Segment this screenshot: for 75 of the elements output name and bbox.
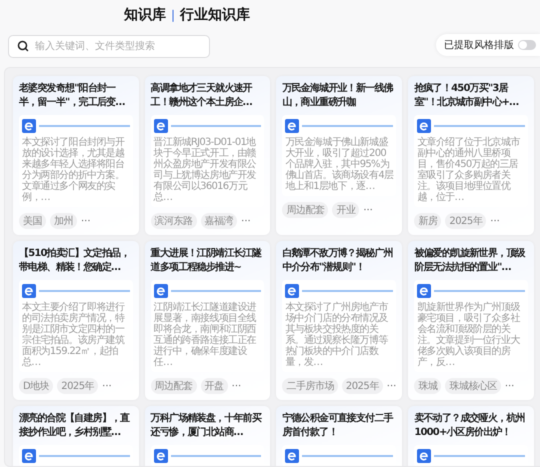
- tag: 加州: [50, 213, 77, 229]
- tag: 珠城: [414, 378, 442, 394]
- tag: 二手房市场: [282, 378, 338, 394]
- article-card[interactable]: 抢疯了！450万买"3居室"！北京城市副中心+… 文章介绍了位于北京城市副中心的通州八里桥项目，售价450万起的三居室吸引了众多购房者关注。该项目地理位置优越，位于… 新房 2025年 ···: [408, 76, 534, 235]
- browser-e-icon: [417, 449, 432, 463]
- tag: 周边配套: [150, 378, 197, 394]
- article-card[interactable]: 白鹅潭不敌万博？揭秘广州中介分布"潜规则"！ 本文探讨了广州房地产市场中介门店的分布情况及其与板块交投热度的关系。通过观察长隆万博等热门板块的中介门店数量，发… 二手房市场 2025年 ···: [276, 241, 402, 400]
- tag: 美国: [19, 213, 46, 229]
- more-menu[interactable]: ···: [490, 216, 500, 226]
- more-menu[interactable]: ···: [241, 216, 251, 226]
- tag: 开盘: [200, 378, 228, 394]
- search-field[interactable]: 输入关键词、文件类型搜索: [8, 34, 210, 58]
- card-title: 万科广场精装盘，十年前买还亏惨，厦门北站商…: [150, 412, 263, 440]
- browser-e-icon: [417, 119, 432, 133]
- tag: 2025年: [342, 378, 383, 394]
- toggle-label: 已提取风格排版: [444, 38, 514, 52]
- tag: 开业: [332, 202, 360, 218]
- browser-e-icon: [285, 284, 300, 298]
- more-menu[interactable]: ···: [81, 216, 91, 226]
- card-title: 高调拿地才三天就火速开工！赣州这个本土房企…: [150, 82, 254, 110]
- article-card[interactable]: 被偏爱的凯旋新世界，顶级阶层无法抗拒的置业"… 凯旋新世界作为广州顶级豪宅项目，吸引了众多社会名流和顶级阶层的关注。文章提到一位行业大佬多次购入该项目的房产，反… 珠城 珠城核心区 ···: [408, 241, 534, 400]
- card-summary: 江阴靖江长江隧道建设进展显著，南接线项目全线即将合龙，南闸和江阴西互通的跨香路连接工正在进行中，确保年度建设任…: [154, 302, 258, 368]
- tag: 2025年: [57, 378, 98, 394]
- more-menu[interactable]: ···: [232, 380, 242, 392]
- article-card[interactable]: 万民金海城开业！新一线佛山，商业重磅升咖 万民金海城于佛山新城盛大开业，吸引了超过200个品牌入驻，其中95%为佛山首店。该商场设有4层地上和1层地下，逐… 周边配套 开业 ···: [276, 76, 402, 235]
- article-card[interactable]: 万科广场精装盘，十年前买还亏惨，厦门北站商…: [144, 406, 270, 466]
- title-separator: |: [171, 8, 176, 22]
- article-card[interactable]: 高调拿地才三天就火速开工！赣州这个本土房企… 晋江新城RJ03-D01-01地块于今早正式开工，由赣州众盈房地产开发有限公司与上犹博达房地产开发有限公司以36016万元总… 滨河东路 嘉福湾 ···: [144, 76, 270, 235]
- card-title: 老婆突发奇想"阳台封一半，留一半"，完工后变…: [19, 82, 126, 110]
- card-title: 重大进展！江阴靖江长江隧道多项工程稳步推进~: [150, 247, 263, 275]
- browser-e-icon: [417, 284, 432, 298]
- browser-e-icon: [285, 119, 300, 133]
- tag: 珠城核心区: [445, 378, 501, 394]
- more-menu[interactable]: ···: [102, 380, 112, 392]
- tag: 2025年: [445, 213, 486, 229]
- browser-e-icon: [22, 284, 36, 298]
- article-card[interactable]: 卖不动了？成交哑火，杭州1000+小区房价出炉！: [408, 406, 534, 466]
- card-title: 宁德公积金可直接支付二手房首付款了！: [282, 412, 394, 440]
- card-summary: 文章介绍了位于北京城市副中心的通州八里桥项目，售价450万起的三居室吸引了众多购房者关注。该项目地理位置优越，位于…: [417, 137, 522, 203]
- browser-e-icon: [154, 284, 168, 298]
- page-title: 知识库: [124, 6, 166, 24]
- card-summary: 凯旋新世界作为广州顶级豪宅项目，吸引了众多社会名流和顶级阶层的关注。文章提到一位行业大佬多次购入该项目的房产，反…: [417, 302, 522, 368]
- card-title: 被偏爱的凯旋新世界，顶级阶层无法抗拒的置业"…: [414, 247, 526, 275]
- card-summary: 万民金海城于佛山新城盛大开业，吸引了超过200个品牌入驻，其中95%为佛山首店。该商场设有4层地上和1层地下，逐…: [285, 137, 394, 192]
- browser-e-icon: [22, 119, 36, 133]
- card-summary: 本文探讨了阳台封闭与开放的设计选择，尤其是越来越多年轻人选择将阳台分为两部分的折中方案。文章通过多个网友的实例，…: [22, 137, 126, 203]
- browser-e-icon: [285, 449, 300, 463]
- card-summary: 本文探讨了广州房地产市场中介门店的分布情况及其与板块交投热度的关系。通过观察长隆万博等热门板块的中介门店数量，发…: [285, 302, 390, 368]
- tag: D地块: [19, 378, 54, 394]
- card-title: 万民金海城开业！新一线佛山，商业重磅升咖: [282, 82, 394, 110]
- card-summary: 晋江新城RJ03-D01-01地块于今早正式开工，由赣州众盈房地产开发有限公司与上犹博达房地产开发有限公司以36016万元总…: [154, 137, 257, 203]
- article-card[interactable]: 【510拍卖汇】文定拍品，带电梯、精装！您确定… 本文主要介绍了即将进行的司法拍卖房产情况，特别是江阴市文定四村的一宗住宅拍品。该房产建筑面积为159.22㎡，起拍总… D地块 2025年 ···: [13, 241, 139, 400]
- tag: 周边配套: [282, 202, 328, 218]
- card-title: 卖不动了？成交哑火，杭州1000+小区房价出炉！: [414, 412, 526, 440]
- tag: 新房: [414, 213, 442, 229]
- card-title: 抢疯了！450万买"3居室"！北京城市副中心+…: [414, 82, 520, 110]
- card-summary: 本文主要介绍了即将进行的司法拍卖房产情况，特别是江阴市文定四村的一宗住宅拍品。该房产建筑面积为159.22㎡，起拍总…: [22, 302, 126, 368]
- card-title: 【510拍卖汇】文定拍品，带电梯、精装！您确定…: [19, 247, 130, 275]
- browser-e-icon: [22, 449, 36, 463]
- browser-e-icon: [154, 449, 168, 463]
- more-menu[interactable]: ···: [386, 380, 396, 392]
- article-card[interactable]: 宁德公积金可直接支付二手房首付款了！: [276, 406, 402, 466]
- article-card[interactable]: 重大进展！江阴靖江长江隧道多项工程稳步推进~ 江阴靖江长江隧道建设进展显著，南接线项目全线即将合龙，南闸和江阴西互通的跨香路连接工正在进行中，确保年度建设任… 周边配套 开盘 ···: [144, 241, 270, 400]
- browser-e-icon: [154, 119, 168, 133]
- card-title: 漂亮的合院【自建房】，直接抄作业吧，乡村别墅…: [19, 412, 131, 440]
- page-subtitle: 行业知识库: [180, 6, 250, 24]
- card-title: 白鹅潭不敌万博？揭秘广州中介分布"潜规则"！: [282, 247, 394, 275]
- tag: 嘉福湾: [200, 213, 238, 229]
- style-toggle[interactable]: [518, 40, 536, 50]
- more-menu[interactable]: ···: [504, 380, 514, 392]
- article-card[interactable]: 漂亮的合院【自建房】，直接抄作业吧，乡村别墅…: [13, 406, 139, 466]
- tag: 滨河东路: [150, 213, 197, 229]
- article-card[interactable]: 老婆突发奇想"阳台封一半，留一半"，完工后变… 本文探讨了阳台封闭与开放的设计选择，尤其是越来越多年轻人选择将阳台分为两部分的折中方案。文章通过多个网友的实例，… 美国 加州 ···: [13, 76, 139, 235]
- more-menu[interactable]: ···: [363, 204, 373, 216]
- search-icon: [17, 40, 29, 52]
